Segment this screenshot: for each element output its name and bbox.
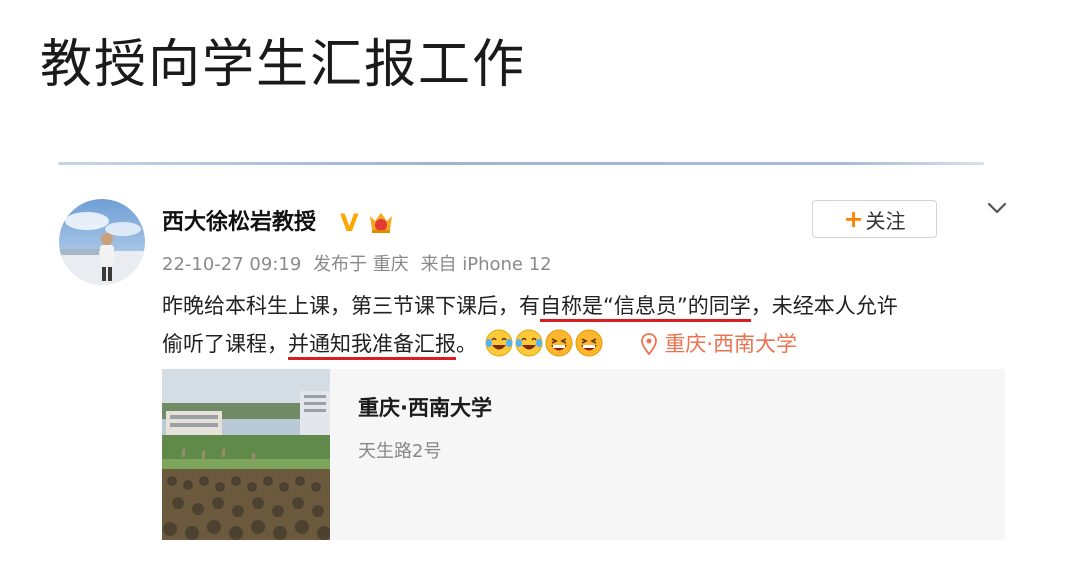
slide-title: 教授向学生汇报工作 <box>40 35 527 95</box>
laugh-cry-emoji <box>485 329 513 357</box>
grin-emoji <box>575 329 603 357</box>
follow-label: 关注 <box>865 208 906 233</box>
post-source: 来自 iPhone 12 <box>420 254 552 275</box>
underlined-text: 自称是“信息员”的同学 <box>540 294 751 322</box>
text-segment: 。 <box>456 332 477 356</box>
location-pin-icon <box>641 333 658 355</box>
follow-button[interactable]: + 关注 <box>812 200 937 238</box>
laugh-cry-emoji <box>515 329 543 357</box>
verified-icon: V <box>338 208 364 237</box>
vip-badge-icon <box>366 208 396 236</box>
text-segment: ，未经本人允许 <box>750 294 898 318</box>
post-line-2: 偷听了课程，并通知我准备汇报。 重庆·西南大学 <box>162 325 1022 363</box>
post-meta: 22-10-27 09:19 发布于 重庆 来自 iPhone 12 <box>162 252 558 278</box>
chevron-down-icon[interactable] <box>985 199 1009 217</box>
location-photo <box>162 369 330 540</box>
post-text: 昨晚给本科生上课，第三节课下课后，有自称是“信息员”的同学，未经本人允许 偷听了… <box>162 287 1022 363</box>
location-card-title: 重庆·西南大学 <box>358 396 492 420</box>
location-link[interactable]: 重庆·西南大学 <box>664 332 797 356</box>
plus-icon: + <box>843 205 864 233</box>
post-line-1: 昨晚给本科生上课，第三节课下课后，有自称是“信息员”的同学，未经本人允许 <box>162 287 1022 325</box>
avatar[interactable] <box>59 199 145 285</box>
author-name[interactable]: 西大徐松岩教授 <box>162 208 316 238</box>
divider <box>58 162 984 165</box>
grin-emoji <box>545 329 573 357</box>
text-segment: 偷听了课程， <box>162 332 288 356</box>
post-location-meta: 发布于 重庆 <box>313 254 409 275</box>
text-segment: 昨晚给本科生上课，第三节课下课后，有 <box>162 294 540 318</box>
location-card-address: 天生路2号 <box>358 441 442 462</box>
svg-text:V: V <box>340 209 359 236</box>
post-time[interactable]: 22-10-27 09:19 <box>162 254 301 275</box>
location-card[interactable]: 重庆·西南大学 天生路2号 <box>162 369 1005 540</box>
underlined-text: 并通知我准备汇报 <box>288 332 456 360</box>
